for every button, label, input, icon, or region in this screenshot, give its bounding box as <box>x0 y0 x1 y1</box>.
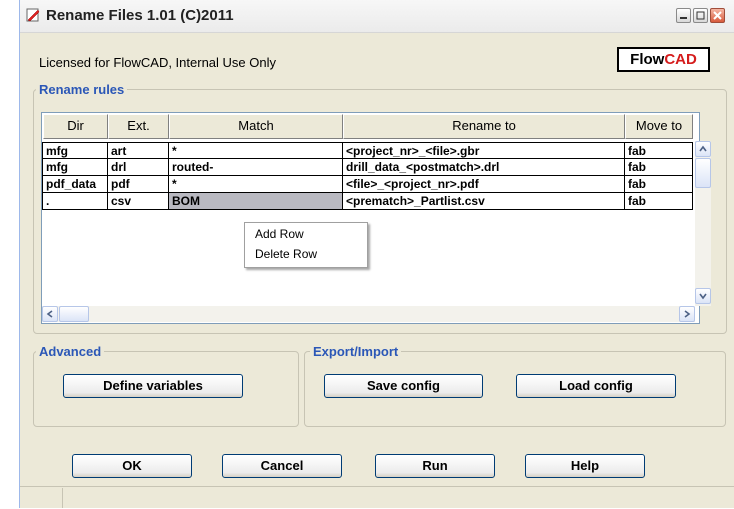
status-bar-panel <box>20 488 63 508</box>
title-bar[interactable]: Rename Files 1.01 (C)2011 <box>20 0 734 33</box>
help-button[interactable]: Help <box>525 454 645 478</box>
context-menu: Add Row Delete Row <box>244 222 368 268</box>
chevron-left-icon <box>46 310 53 318</box>
col-header-ext[interactable]: Ext. <box>108 114 169 139</box>
rename-rules-label: Rename rules <box>36 82 128 97</box>
load-config-button[interactable]: Load config <box>516 374 676 398</box>
scroll-up-button[interactable] <box>695 141 711 157</box>
horizontal-scrollbar[interactable] <box>42 306 695 322</box>
scroll-down-button[interactable] <box>695 288 711 304</box>
vertical-scrollbar[interactable] <box>695 141 711 306</box>
col-header-dir[interactable]: Dir <box>43 114 108 139</box>
menu-item-add-row[interactable]: Add Row <box>255 227 355 241</box>
chevron-down-icon <box>699 293 707 300</box>
cancel-button[interactable]: Cancel <box>222 454 342 478</box>
menu-item-label: Add Row <box>255 227 304 241</box>
menu-item-label: Delete Row <box>255 247 318 261</box>
table-cell[interactable]: <project_nr>_<file>.gbr <box>343 142 625 159</box>
ok-button[interactable]: OK <box>72 454 192 478</box>
logo-text-cad: CAD <box>664 51 697 68</box>
save-config-button[interactable]: Save config <box>324 374 483 398</box>
table-cell[interactable]: pdf_data <box>42 176 108 193</box>
table-cell[interactable]: mfg <box>42 142 108 159</box>
col-header-rename-to[interactable]: Rename to <box>343 114 625 139</box>
table-cell[interactable]: fab <box>625 176 693 193</box>
table-cell[interactable]: mfg <box>42 159 108 176</box>
export-import-label: Export/Import <box>310 344 402 359</box>
col-header-move-to[interactable]: Move to <box>625 114 693 139</box>
table-cell[interactable]: fab <box>625 159 693 176</box>
table-cell[interactable]: drl <box>108 159 169 176</box>
define-variables-button[interactable]: Define variables <box>63 374 243 398</box>
advanced-label: Advanced <box>36 344 105 359</box>
window-title: Rename Files 1.01 (C)2011 <box>46 7 234 24</box>
menu-item-delete-row[interactable]: Delete Row <box>255 247 355 261</box>
minimize-button[interactable] <box>676 8 691 23</box>
table-cell-selected[interactable]: BOM <box>169 193 343 210</box>
table-cell[interactable]: art <box>108 142 169 159</box>
table-cell[interactable]: <file>_<project_nr>.pdf <box>343 176 625 193</box>
flowcad-logo: FlowCAD <box>617 47 710 72</box>
status-bar <box>20 486 734 509</box>
vertical-scroll-thumb[interactable] <box>695 158 711 188</box>
table-cell[interactable]: fab <box>625 142 693 159</box>
close-button[interactable] <box>710 8 725 23</box>
table-cell[interactable]: drill_data_<postmatch>.drl <box>343 159 625 176</box>
close-icon <box>713 11 722 20</box>
table-cell[interactable]: <prematch>_Partlist.csv <box>343 193 625 210</box>
table-cell[interactable]: . <box>42 193 108 210</box>
table-cell[interactable]: * <box>169 176 343 193</box>
rename-files-window: Rename Files 1.01 (C)2011 Licensed for F… <box>19 0 734 508</box>
run-button[interactable]: Run <box>375 454 495 478</box>
app-icon <box>26 8 40 22</box>
chevron-right-icon <box>684 310 691 318</box>
table-cell[interactable]: * <box>169 142 343 159</box>
table-cell[interactable]: routed- <box>169 159 343 176</box>
minimize-icon <box>680 17 687 19</box>
logo-text-flow: Flow <box>630 51 665 68</box>
table-cell[interactable]: pdf <box>108 176 169 193</box>
scroll-left-button[interactable] <box>42 306 58 322</box>
license-text: Licensed for FlowCAD, Internal Use Only <box>39 55 276 70</box>
horizontal-scroll-thumb[interactable] <box>59 306 89 322</box>
table-cell[interactable]: csv <box>108 193 169 210</box>
col-header-match[interactable]: Match <box>169 114 343 139</box>
rules-table[interactable]: Dir Ext. Match Rename to Move to mfg art… <box>41 112 700 324</box>
chevron-up-icon <box>699 145 707 152</box>
scroll-right-button[interactable] <box>679 306 695 322</box>
maximize-button[interactable] <box>693 8 708 23</box>
maximize-icon <box>696 11 705 20</box>
table-cell[interactable]: fab <box>625 193 693 210</box>
